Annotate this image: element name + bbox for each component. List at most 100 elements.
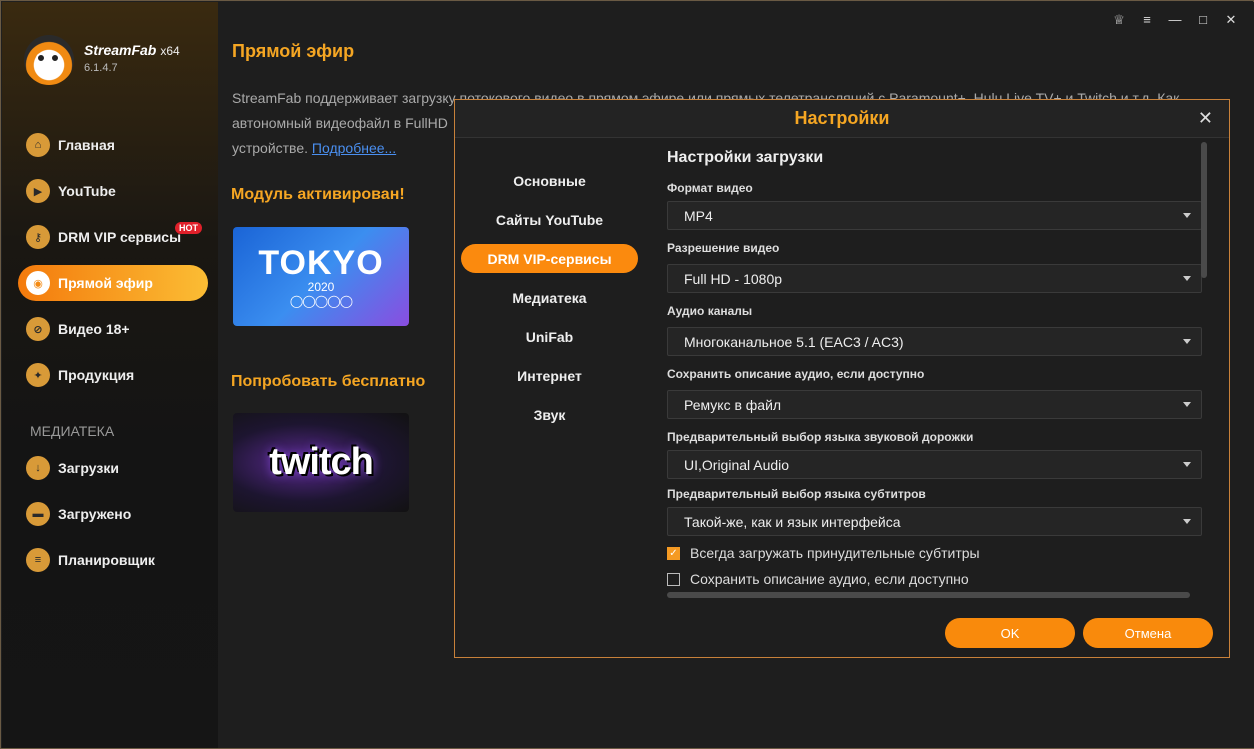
module-activated-label: Модуль активирован! <box>231 186 405 203</box>
more-link[interactable]: Подробнее... <box>312 140 396 156</box>
settings-tab-internet[interactable]: Интернет <box>461 361 638 390</box>
section-title: Настройки загрузки <box>667 149 824 166</box>
tokyo-card-title: TOKYO <box>258 243 384 282</box>
settings-content: Настройки загрузки Формат видео MP4 Разр… <box>667 140 1207 600</box>
chevron-down-icon <box>1183 462 1191 467</box>
streamfab-logo <box>24 35 74 85</box>
window-controls: ♕ ≡ — □ ✕ <box>1112 12 1238 28</box>
twitch-card[interactable]: twitch <box>233 413 409 512</box>
sidebar: StreamFab x64 6.1.4.7 ⌂ Главная ▶ YouTube… <box>2 2 218 748</box>
settings-tab-library[interactable]: Медиатека <box>461 283 638 312</box>
scheduler-icon: ≡ <box>26 548 50 572</box>
settings-tab-youtube[interactable]: Сайты YouTube <box>461 205 638 234</box>
sidebar-item-label: Видео 18+ <box>58 321 130 337</box>
audio-channels-select[interactable]: Многоканальное 5.1 (EAC3 / AC3) <box>667 327 1202 356</box>
products-icon: ✦ <box>26 363 50 387</box>
forced-subtitles-checkbox[interactable]: ✓ <box>667 546 680 560</box>
chevron-down-icon <box>1183 276 1191 281</box>
settings-dialog: Настройки ✕ Основные Сайты YouTube DRM V… <box>454 99 1230 658</box>
settings-nav: Основные Сайты YouTube DRM VIP-сервисы М… <box>461 140 647 640</box>
sidebar-item-downloads[interactable]: ↓ Загрузки <box>18 450 208 486</box>
cancel-button[interactable]: Отмена <box>1083 618 1213 648</box>
settings-tab-drm-vip[interactable]: DRM VIP-сервисы <box>461 244 638 273</box>
select-value: MP4 <box>684 207 713 224</box>
subtitle-language-label: Предварительный выбор языка субтитров <box>667 487 926 501</box>
brand-text: StreamFab <box>84 42 157 58</box>
home-icon: ⌂ <box>26 133 50 157</box>
brand-arch: x64 <box>160 44 180 58</box>
sidebar-item-adult[interactable]: ⊘ Видео 18+ <box>18 311 208 347</box>
save-audio-description-checkbox-row[interactable]: Сохранить описание аудио, если доступно <box>667 571 969 587</box>
audio-language-label: Предварительный выбор языка звуковой дор… <box>667 430 974 444</box>
library-section-label: МЕДИАТЕКА <box>30 423 115 439</box>
dialog-close-icon[interactable]: ✕ <box>1198 108 1213 129</box>
video-format-select[interactable]: MP4 <box>667 201 1202 230</box>
ok-button[interactable]: OK <box>945 618 1075 648</box>
sidebar-item-live[interactable]: ◉ Прямой эфир <box>18 265 208 301</box>
vertical-scrollbar[interactable] <box>1201 142 1207 278</box>
description-text: устройстве. <box>232 140 309 156</box>
settings-tab-sound[interactable]: Звук <box>461 400 638 429</box>
audio-description-label: Сохранить описание аудио, если доступно <box>667 367 925 381</box>
page-title: Прямой эфир <box>232 41 355 61</box>
logo-eye-left <box>36 53 46 63</box>
select-value: UI,Original Audio <box>684 456 790 473</box>
sidebar-item-label: Главная <box>58 137 115 153</box>
select-value: Full HD - 1080p <box>684 270 783 287</box>
minimize-icon[interactable]: — <box>1168 12 1182 28</box>
key-icon: ⚷ <box>26 225 50 249</box>
video-resolution-label: Разрешение видео <box>667 241 780 255</box>
sidebar-item-home[interactable]: ⌂ Главная <box>18 127 208 163</box>
sidebar-item-label: YouTube <box>58 183 116 199</box>
sidebar-item-scheduler[interactable]: ≡ Планировщик <box>18 542 208 578</box>
live-icon: ◉ <box>26 271 50 295</box>
select-value: Такой-же, как и язык интерфейса <box>684 513 901 530</box>
sidebar-item-downloaded[interactable]: ▬ Загружено <box>18 496 208 532</box>
save-audio-description-checkbox[interactable] <box>667 572 680 586</box>
brand-name: StreamFab x64 <box>84 42 180 58</box>
menu-icon[interactable]: ≡ <box>1140 12 1154 28</box>
forced-subtitles-checkbox-row[interactable]: ✓ Всегда загружать принудительные субтит… <box>667 545 980 561</box>
chevron-down-icon <box>1183 519 1191 524</box>
sidebar-item-label: Планировщик <box>58 552 155 568</box>
sidebar-item-youtube[interactable]: ▶ YouTube <box>18 173 208 209</box>
chevron-down-icon <box>1183 402 1191 407</box>
logo-eye-right <box>50 53 60 63</box>
tokyo-card-year: 2020 <box>307 279 335 294</box>
app-version: 6.1.4.7 <box>84 62 118 74</box>
try-free-label: Попробовать бесплатно <box>231 373 426 390</box>
sidebar-item-label: Загрузки <box>58 460 119 476</box>
checkbox-label: Сохранить описание аудио, если доступно <box>690 571 969 587</box>
download-icon: ↓ <box>26 456 50 480</box>
sidebar-item-label: Загружено <box>58 506 132 522</box>
horizontal-scrollbar[interactable] <box>667 592 1190 598</box>
subtitle-language-select[interactable]: Такой-же, как и язык интерфейса <box>667 507 1202 536</box>
sidebar-item-label: DRM VIP сервисы <box>58 229 182 245</box>
video-resolution-select[interactable]: Full HD - 1080p <box>667 264 1202 293</box>
twitch-logo: twitch <box>269 441 374 483</box>
skin-icon[interactable]: ♕ <box>1112 12 1126 28</box>
sidebar-item-products[interactable]: ✦ Продукция <box>18 357 208 393</box>
close-icon[interactable]: ✕ <box>1224 12 1238 28</box>
olympic-rings-icon: ◯◯◯◯◯ <box>289 293 353 308</box>
settings-tab-unifab[interactable]: UniFab <box>461 322 638 351</box>
tokyo-2020-card[interactable]: TOKYO 2020 ◯◯◯◯◯ <box>233 227 409 326</box>
folder-icon: ▬ <box>26 502 50 526</box>
youtube-icon: ▶ <box>26 179 50 203</box>
dialog-title: Настройки <box>455 100 1229 138</box>
settings-tab-general[interactable]: Основные <box>461 166 638 195</box>
sidebar-item-label: Продукция <box>58 367 135 383</box>
video-format-label: Формат видео <box>667 181 753 195</box>
chevron-down-icon <box>1183 339 1191 344</box>
maximize-icon[interactable]: □ <box>1196 12 1210 28</box>
adult-icon: ⊘ <box>26 317 50 341</box>
chevron-down-icon <box>1183 213 1191 218</box>
audio-description-select[interactable]: Ремукс в файл <box>667 390 1202 419</box>
sidebar-item-label: Прямой эфир <box>58 275 153 291</box>
hot-badge: HOT <box>175 222 202 234</box>
audio-channels-label: Аудио каналы <box>667 304 753 318</box>
select-value: Многоканальное 5.1 (EAC3 / AC3) <box>684 333 904 350</box>
select-value: Ремукс в файл <box>684 396 782 413</box>
audio-language-select[interactable]: UI,Original Audio <box>667 450 1202 479</box>
app-window: StreamFab x64 6.1.4.7 ⌂ Главная ▶ YouTube… <box>0 0 1254 749</box>
